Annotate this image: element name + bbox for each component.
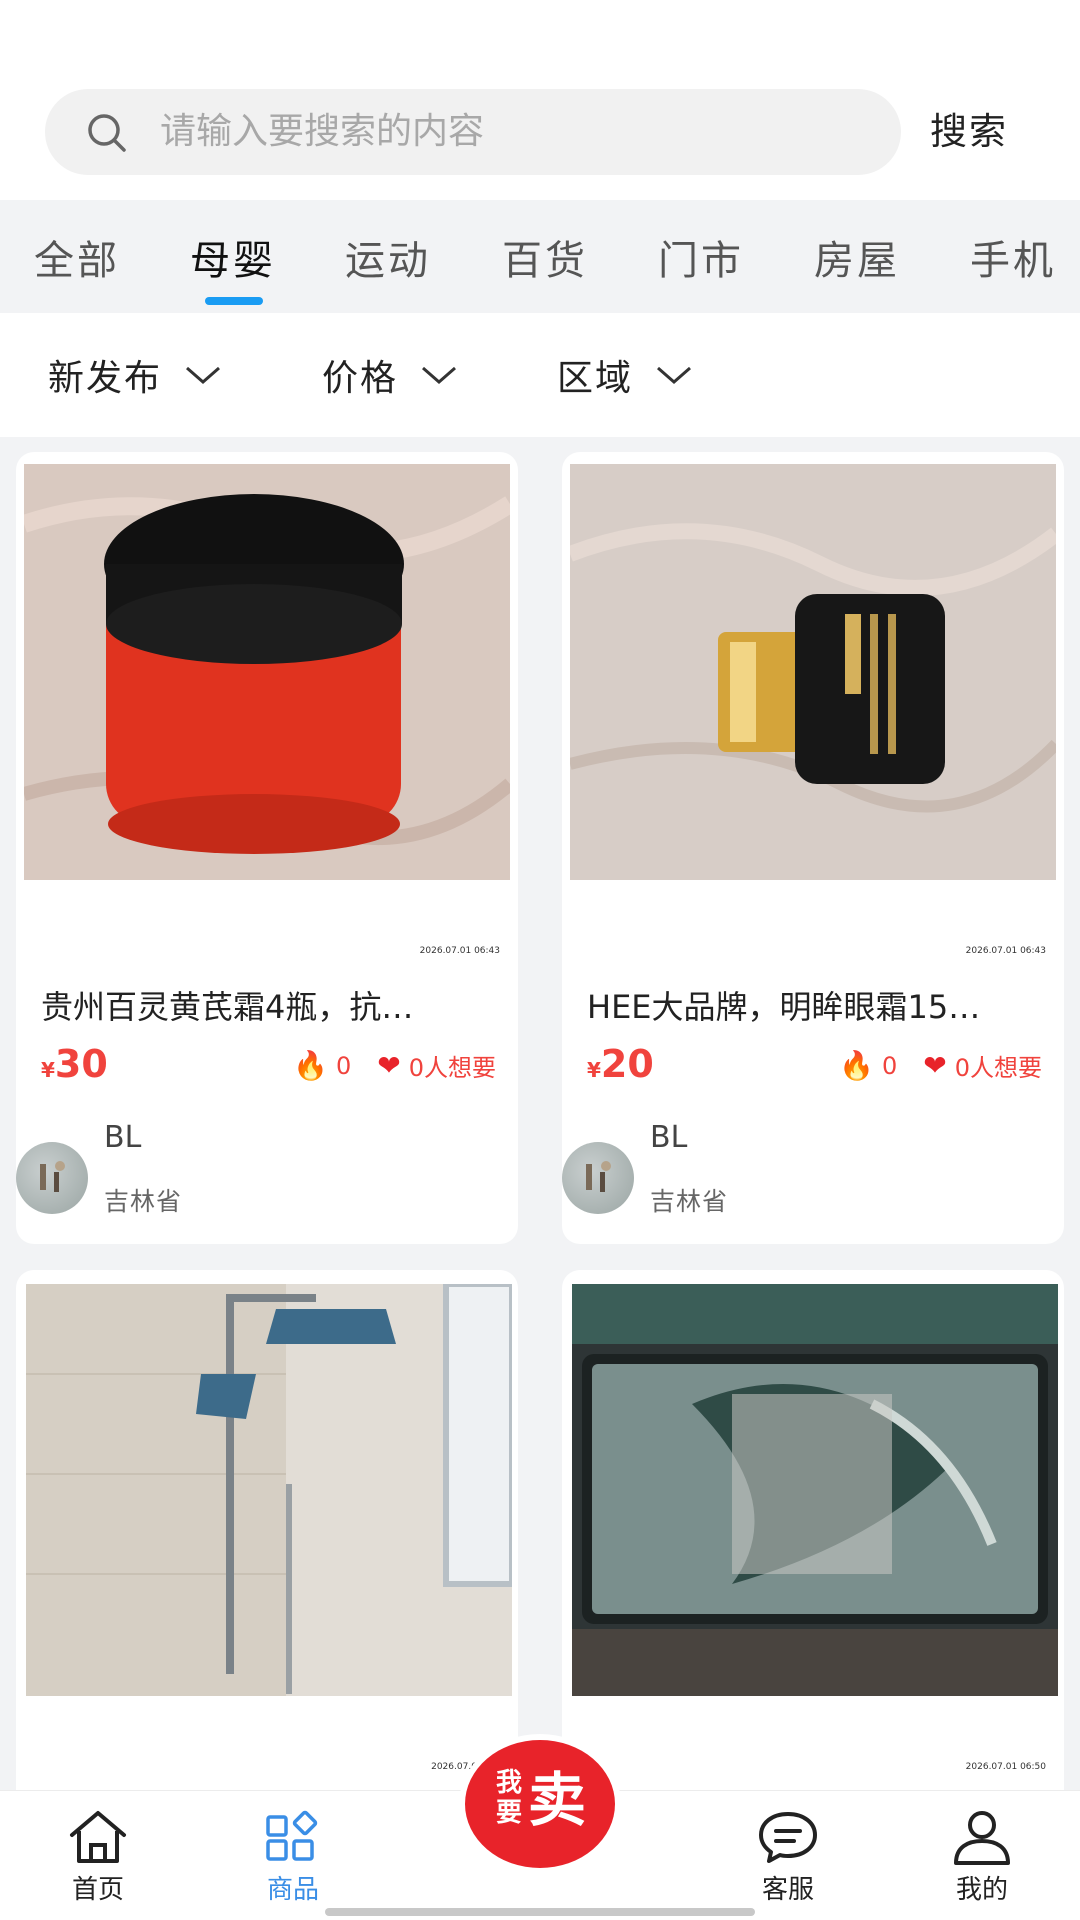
product-title: 贵州百灵黄芪霜4瓶，抗…: [41, 988, 414, 1026]
sell-button-small-label: 我要: [495, 1768, 522, 1828]
user-icon: [954, 1811, 1010, 1865]
seller-region: 吉林省: [650, 1187, 729, 1216]
grid-icon: [266, 1810, 318, 1861]
product-stats: 🔥 0 ❤ 0人想要: [293, 1048, 496, 1083]
status-bar-area: [0, 0, 1080, 60]
currency-symbol: ¥: [41, 1058, 55, 1082]
nav-goods[interactable]: 商品: [233, 1809, 353, 1906]
heart-icon: ❤: [377, 1049, 401, 1082]
product-image: [572, 1284, 1058, 1696]
product-image: [24, 464, 510, 880]
nav-mine-label: 我的: [955, 1875, 1008, 1905]
nav-home[interactable]: 首页: [38, 1809, 158, 1906]
seller-avatar[interactable]: [562, 1142, 634, 1214]
post-date: 2026.07.01 06:50: [965, 1762, 1046, 1772]
price-value: 20: [600, 1042, 654, 1086]
filter-price-label: 价格: [322, 358, 399, 399]
search-input[interactable]: 请输入要搜索的内容: [45, 89, 901, 175]
product-title: HEE大品牌，明眸眼霜15…: [587, 988, 981, 1026]
search-placeholder: 请输入要搜索的内容: [160, 111, 485, 152]
currency-symbol: ¥: [587, 1058, 601, 1082]
seller-region: 吉林省: [104, 1187, 183, 1216]
tab-general-goods[interactable]: 百货: [502, 228, 588, 286]
want-count: 0人想要: [408, 1054, 496, 1082]
product-card[interactable]: 2026.07.01 06:: [16, 1270, 518, 1830]
want-count: 0人想要: [954, 1054, 1042, 1082]
search-button[interactable]: 搜索: [930, 89, 1008, 175]
tab-storefront[interactable]: 门市: [658, 228, 744, 286]
seller-name: BL: [104, 1120, 142, 1155]
chevron-down-icon: [186, 366, 221, 384]
seller-name: BL: [650, 1120, 688, 1155]
price-value: 30: [54, 1042, 108, 1086]
fire-icon: 🔥: [839, 1049, 874, 1082]
sell-button[interactable]: 我要 卖: [465, 1740, 615, 1868]
category-tabs: 全部 母婴 运动 百货 门市 房屋 手机: [0, 200, 1080, 313]
product-image: [570, 464, 1056, 880]
seller-avatar[interactable]: [16, 1142, 88, 1214]
tab-all[interactable]: 全部: [34, 228, 120, 286]
nav-goods-label: 商品: [266, 1875, 319, 1905]
post-date: 2026.07.01 06:43: [965, 946, 1046, 956]
search-header: 请输入要搜索的内容 搜索: [0, 60, 1080, 200]
chat-icon: [759, 1812, 817, 1863]
tab-sports[interactable]: 运动: [345, 228, 431, 286]
nav-service-label: 客服: [761, 1875, 814, 1905]
tab-mother-baby[interactable]: 母婴: [190, 228, 276, 286]
home-indicator: [325, 1908, 755, 1916]
chevron-down-icon: [657, 366, 692, 384]
nav-service[interactable]: 客服: [728, 1809, 848, 1906]
view-count: 0: [335, 1051, 352, 1080]
nav-home-label: 首页: [71, 1875, 124, 1905]
product-card[interactable]: 2026.07.01 06:43 贵州百灵黄芪霜4瓶，抗… ¥30 🔥 0 ❤ …: [16, 452, 518, 1244]
filter-bar: 新发布 价格 区域: [0, 313, 1080, 437]
product-card[interactable]: 2026.07.01 06:43 HEE大品牌，明眸眼霜15… ¥20 🔥 0 …: [562, 452, 1064, 1244]
product-image: [26, 1284, 512, 1696]
filter-price[interactable]: 价格: [322, 351, 458, 399]
search-icon: [88, 114, 126, 152]
filter-newest[interactable]: 新发布: [48, 351, 222, 399]
filter-newest-label: 新发布: [48, 358, 163, 399]
sell-button-big-label: 卖: [528, 1766, 587, 1834]
view-count: 0: [881, 1051, 898, 1080]
product-price: ¥30: [41, 1042, 108, 1086]
post-date: 2026.07.01 06:43: [419, 946, 500, 956]
nav-mine[interactable]: 我的: [922, 1809, 1042, 1906]
product-card[interactable]: 2026.07.01 06:50: [562, 1270, 1064, 1830]
tab-housing[interactable]: 房屋: [814, 228, 900, 286]
tab-phones[interactable]: 手机: [970, 228, 1056, 286]
filter-region[interactable]: 区域: [557, 351, 693, 399]
product-price: ¥20: [587, 1042, 654, 1086]
chevron-down-icon: [422, 366, 457, 384]
filter-region-label: 区域: [557, 358, 634, 399]
home-icon: [70, 1811, 126, 1863]
fire-icon: 🔥: [293, 1049, 328, 1082]
heart-icon: ❤: [923, 1049, 947, 1082]
active-tab-indicator: [205, 297, 263, 305]
product-stats: 🔥 0 ❤ 0人想要: [839, 1048, 1042, 1083]
